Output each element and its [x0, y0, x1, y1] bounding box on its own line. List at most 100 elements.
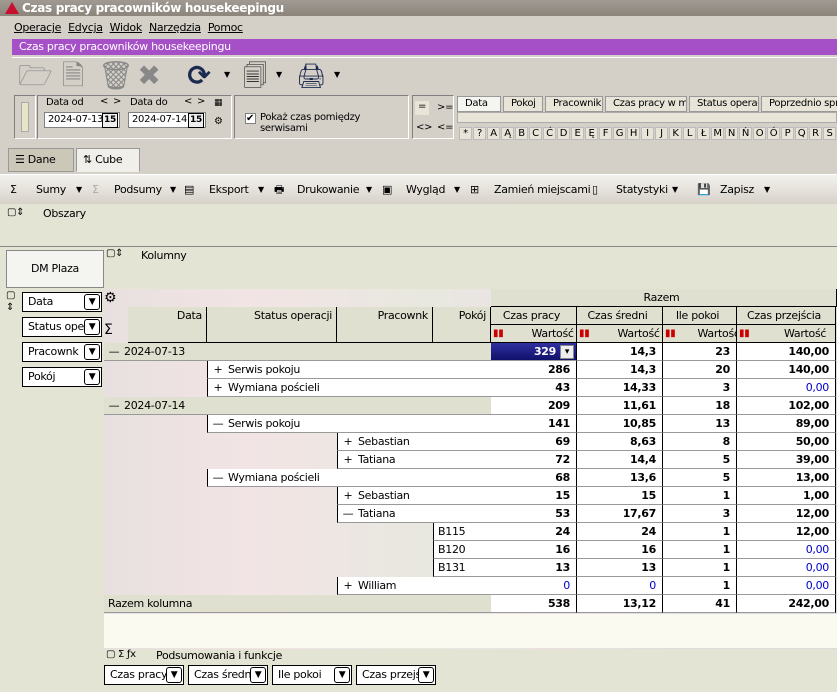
- letter-filter[interactable]: K: [669, 127, 682, 140]
- wyglad-dropdown[interactable]: ▼: [454, 182, 460, 198]
- letter-filter[interactable]: Ć: [543, 127, 556, 140]
- value-cell[interactable]: 14,3: [577, 343, 663, 361]
- value-cell[interactable]: 140,00: [737, 361, 836, 379]
- letter-filter[interactable]: E: [571, 127, 584, 140]
- letter-filter[interactable]: L: [683, 127, 696, 140]
- row-field-button[interactable]: Pokój ▼: [22, 367, 102, 387]
- collapse-icon[interactable]: —: [108, 343, 120, 360]
- value-cell[interactable]: 1: [663, 577, 737, 595]
- row-label[interactable]: B115: [433, 523, 491, 541]
- cell-dropdown-icon[interactable]: ▾: [560, 345, 574, 359]
- row-label[interactable]: + William: [337, 577, 491, 595]
- summary-field-button[interactable]: Czas pracy ▼: [104, 665, 184, 685]
- delete-trash-icon[interactable]: 🗑: [98, 61, 134, 91]
- search-tab[interactable]: Pracownik: [545, 96, 603, 112]
- value-cell[interactable]: 14,4: [577, 451, 663, 469]
- refresh-icon[interactable]: ⟳: [184, 61, 214, 91]
- letter-filter[interactable]: ?: [473, 127, 486, 140]
- letter-filter[interactable]: B: [515, 127, 528, 140]
- letter-filter[interactable]: R: [809, 127, 822, 140]
- expand-icon[interactable]: +: [342, 451, 354, 468]
- row-label[interactable]: — 2024-07-14: [104, 397, 491, 415]
- pivot-settings-icon[interactable]: ⚙: [104, 290, 128, 310]
- value-cell[interactable]: 5: [663, 451, 737, 469]
- collapse-icon[interactable]: —: [212, 469, 224, 486]
- chevron-down-icon[interactable]: ▼: [84, 319, 100, 335]
- value-cell[interactable]: 0,00: [737, 577, 836, 595]
- chevron-down-icon[interactable]: ▼: [418, 667, 434, 683]
- measure-header[interactable]: Czas przejścia: [737, 307, 836, 325]
- value-cell[interactable]: 15: [577, 487, 663, 505]
- value-cell[interactable]: 50,00: [737, 433, 836, 451]
- date-from-calendar-icon[interactable]: 15: [102, 113, 118, 128]
- value-cell[interactable]: 41: [663, 595, 737, 613]
- row-label[interactable]: — Wymiana pościeli: [207, 469, 491, 487]
- row-label[interactable]: Razem kolumna: [104, 595, 491, 613]
- value-cell[interactable]: 15: [491, 487, 577, 505]
- chevron-down-icon[interactable]: ▼: [84, 369, 100, 385]
- chevron-down-icon[interactable]: ▼: [84, 294, 100, 310]
- value-cell[interactable]: 1: [663, 559, 737, 577]
- menu-widok[interactable]: Widok: [110, 21, 143, 34]
- date-to-calendar-icon[interactable]: 15: [188, 113, 204, 128]
- zamien-miejscami-button[interactable]: Zamień miejscami: [494, 182, 591, 198]
- value-cell[interactable]: 89,00: [737, 415, 836, 433]
- value-cell[interactable]: 68: [491, 469, 577, 487]
- new-document-icon[interactable]: 🗎: [58, 61, 88, 91]
- eksport-dropdown[interactable]: ▼: [258, 182, 264, 198]
- value-cell[interactable]: 16: [577, 541, 663, 559]
- value-cell[interactable]: 1: [663, 541, 737, 559]
- letter-filter[interactable]: Q: [795, 127, 808, 140]
- row-label[interactable]: + Sebastian: [337, 487, 491, 505]
- row-label[interactable]: + Tatiana: [337, 451, 491, 469]
- value-cell[interactable]: 18: [663, 397, 737, 415]
- columns-toggle-icon[interactable]: ▢⇕: [106, 248, 124, 259]
- op-equals[interactable]: =: [415, 101, 429, 115]
- op-gte[interactable]: >=: [437, 102, 453, 113]
- date-to-next[interactable]: >: [197, 96, 205, 107]
- letter-filter[interactable]: P: [781, 127, 794, 140]
- letter-filter[interactable]: Ó: [767, 127, 780, 140]
- summary-field-button[interactable]: Czas średni ▼: [188, 665, 268, 685]
- date-to-prev[interactable]: <: [184, 96, 192, 107]
- letter-filter[interactable]: *: [459, 127, 472, 140]
- letter-filter[interactable]: J: [655, 127, 668, 140]
- expand-icon[interactable]: +: [342, 487, 354, 504]
- letter-filter[interactable]: N: [725, 127, 738, 140]
- letter-filter[interactable]: O: [753, 127, 766, 140]
- drukowanie-button[interactable]: Drukowanie: [297, 182, 360, 198]
- wyglad-button[interactable]: Wygląd: [406, 182, 445, 198]
- row-header[interactable]: Pracownk: [337, 307, 433, 343]
- statystyki-dropdown[interactable]: ▼: [672, 182, 678, 198]
- areas-toggle-icon[interactable]: ▢⇕: [7, 207, 25, 218]
- row-field-button[interactable]: Status oper ▼: [22, 317, 102, 337]
- export-dropdown-icon[interactable]: ▼: [276, 70, 282, 79]
- value-cell[interactable]: 16: [491, 541, 577, 559]
- date-from-next[interactable]: >: [113, 96, 121, 107]
- value-cell[interactable]: 11,61: [577, 397, 663, 415]
- row-label[interactable]: + Wymiana pościeli: [207, 379, 491, 397]
- value-cell[interactable]: 39,00: [737, 451, 836, 469]
- value-cell[interactable]: 24: [491, 523, 577, 541]
- value-cell[interactable]: 3: [663, 505, 737, 523]
- value-cell[interactable]: 13,00: [737, 469, 836, 487]
- row-label[interactable]: B120: [433, 541, 491, 559]
- value-cell[interactable]: 10,85: [577, 415, 663, 433]
- time-settings-icon[interactable]: ⚙: [214, 116, 223, 127]
- value-cell[interactable]: 1: [663, 523, 737, 541]
- podsumy-dropdown[interactable]: ▼: [170, 182, 176, 198]
- row-label[interactable]: — Serwis pokoju: [207, 415, 491, 433]
- summary-field-button[interactable]: Czas przejś ▼: [356, 665, 436, 685]
- op-lte[interactable]: <=: [437, 122, 453, 133]
- value-cell[interactable]: 13,6: [577, 469, 663, 487]
- value-cell[interactable]: 1,00: [737, 487, 836, 505]
- row-label[interactable]: B131: [433, 559, 491, 577]
- value-cell[interactable]: 8,63: [577, 433, 663, 451]
- expand-icon[interactable]: +: [342, 577, 354, 594]
- value-cell[interactable]: 3: [663, 379, 737, 397]
- row-label[interactable]: — Tatiana: [337, 505, 491, 523]
- tab-cube[interactable]: ⇅ Cube: [76, 148, 140, 172]
- value-cell[interactable]: 69: [491, 433, 577, 451]
- row-label[interactable]: + Serwis pokoju: [207, 361, 491, 379]
- value-cell[interactable]: 0,00: [737, 379, 836, 397]
